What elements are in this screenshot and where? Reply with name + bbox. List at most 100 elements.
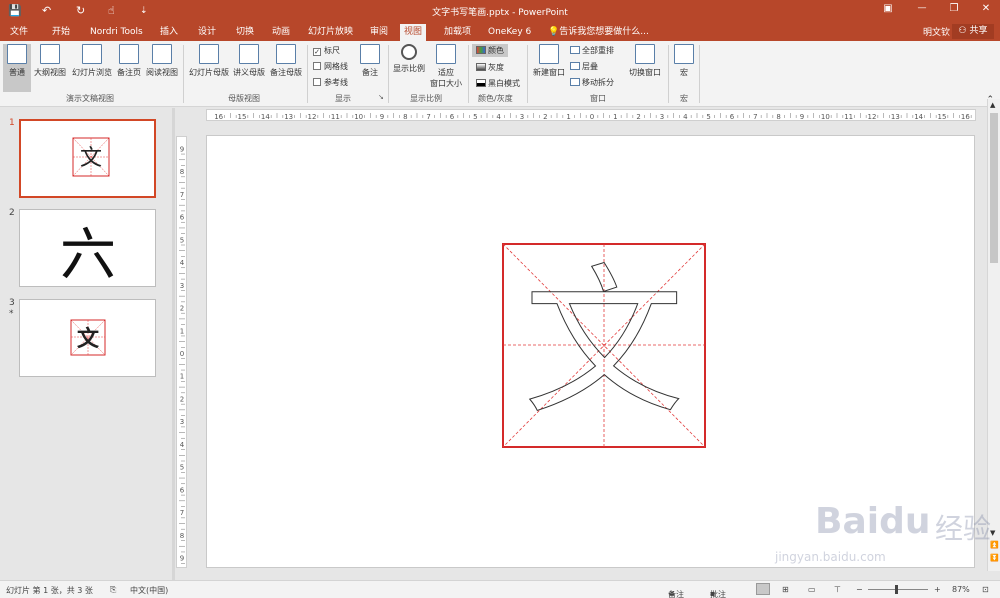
ruler-tick-label: 6 — [450, 113, 455, 121]
ruler-tick-label: 15 — [238, 113, 247, 121]
close-button[interactable]: ✕ — [976, 3, 996, 14]
thumb-number: 1 — [9, 118, 15, 128]
slide-master-icon — [199, 44, 219, 64]
maximize-button[interactable]: ❐ — [944, 3, 964, 14]
switch-windows-button[interactable]: 切换窗口 — [626, 44, 664, 78]
tab-addins[interactable]: 加载项 — [440, 24, 475, 41]
person-icon: ⚇ — [958, 26, 967, 36]
show-dialog-launcher-icon[interactable]: ↘ — [378, 93, 384, 101]
slide-master-label: 幻灯片母版 — [189, 68, 229, 77]
title-bar: 💾 ↶ ↻ ☝ ⇣ 文字书写笔画.pptx - PowerPoint ▣ — ❐… — [0, 0, 1000, 22]
slide-thumbnail-2[interactable]: 六 — [19, 209, 156, 288]
notes-button[interactable]: 备注 — [358, 44, 382, 78]
fit-slide-icon[interactable]: ⊡ — [982, 585, 989, 594]
group-label-macros: 宏 — [680, 94, 688, 103]
share-label: 共享 — [969, 26, 988, 36]
group-divider — [699, 45, 700, 103]
tab-review[interactable]: 审阅 — [366, 24, 392, 41]
tell-me-box[interactable]: 💡告诉我您想要做什么... — [544, 24, 653, 41]
ruler-checkbox[interactable]: ✓ 标尺 — [313, 45, 340, 56]
slide-count: 幻灯片 第 1 张，共 3 张 — [6, 586, 93, 595]
zoom-in-icon[interactable]: + — [934, 585, 941, 594]
move-split-button[interactable]: 移动拆分 — [570, 77, 614, 88]
tab-design[interactable]: 设计 — [194, 24, 220, 41]
tab-insert[interactable]: 插入 — [156, 24, 182, 41]
spellcheck-icon[interactable]: ⎘ — [110, 585, 116, 595]
handout-master-label: 讲义母版 — [233, 68, 265, 77]
normal-view-button[interactable]: 普通 — [3, 44, 31, 92]
ruler-tick-label: 1 — [180, 373, 184, 381]
fit-to-window-button[interactable]: 适应 窗口大小 — [428, 44, 464, 89]
vertical-ruler[interactable]: 9 8 7 6 5 4 3 2 1 0 1 2 3 4 5 6 7 8 9 — [176, 136, 187, 568]
tab-home[interactable]: 开始 — [48, 24, 74, 41]
handout-master-button[interactable]: 讲义母版 — [232, 44, 266, 78]
reading-view-status-icon[interactable]: ▭ — [808, 585, 816, 594]
cascade-button[interactable]: 层叠 — [570, 61, 598, 72]
zoom-out-icon[interactable]: − — [856, 585, 863, 594]
ruler-tick-label: 12 — [308, 113, 317, 121]
scroll-up-icon[interactable]: ▲ — [990, 101, 995, 109]
share-button[interactable]: ⚇ 共享 — [952, 24, 994, 39]
ruler-tick-label: 3 — [660, 113, 664, 121]
tab-onekey[interactable]: OneKey 6 — [484, 24, 535, 41]
zoom-slider-thumb[interactable] — [895, 585, 898, 594]
reading-view-button[interactable]: 阅读视图 — [144, 44, 180, 78]
tab-file[interactable]: 文件 — [6, 24, 32, 41]
arrange-all-button[interactable]: 全部重排 — [570, 45, 614, 56]
language-indicator[interactable]: 中文(中国) — [130, 585, 168, 596]
zoom-button[interactable]: 显示比例 — [392, 44, 426, 74]
notes-page-button[interactable]: 备注页 — [116, 44, 142, 78]
group-divider — [668, 45, 669, 103]
ruler-tick-label: 14 — [261, 113, 270, 121]
slide-sorter-status-icon[interactable]: ⊞ — [782, 585, 789, 594]
slide-thumbnail-3[interactable]: 文 — [19, 299, 156, 377]
new-window-button[interactable]: 新建窗口 — [531, 44, 567, 78]
guides-checkbox[interactable]: 参考线 — [313, 77, 348, 88]
outline-view-button[interactable]: 大纲视图 — [33, 44, 67, 78]
user-name[interactable]: 明文钦 — [923, 25, 950, 38]
color-button[interactable]: 颜色 — [472, 44, 508, 57]
fit-window-icon — [436, 44, 456, 64]
macros-button[interactable]: 宏 — [673, 44, 695, 78]
grayscale-button[interactable]: 灰度 — [476, 62, 504, 73]
scroll-thumb[interactable] — [990, 113, 998, 263]
ruler-tick-label: 2 — [180, 395, 184, 403]
tab-animations[interactable]: 动画 — [268, 24, 294, 41]
slide-sorter-button[interactable]: 幻灯片浏览 — [70, 44, 114, 78]
slide-thumbnail-1[interactable]: 文 — [19, 119, 156, 198]
ruler-tick-label: 8 — [776, 113, 780, 121]
black-white-button[interactable]: 黑白模式 — [476, 78, 520, 89]
ribbon-display-options-icon[interactable]: ▣ — [878, 3, 898, 14]
thumbnail-1-preview: 文 — [72, 137, 110, 177]
slideshow-status-icon[interactable]: ⊤ — [834, 585, 841, 594]
black-white-icon — [476, 79, 486, 87]
ruler-tick-label: 7 — [180, 191, 184, 199]
tab-nordri-tools[interactable]: Nordri Tools — [86, 24, 147, 41]
normal-view-status-icon[interactable] — [756, 583, 770, 595]
outlined-character[interactable]: 文 — [523, 249, 684, 437]
ruler-tick-label: 2 — [180, 305, 184, 313]
horizontal-ruler[interactable]: 16 15 14 13 12 11 10 9 8 7 6 5 4 3 2 1 0 1 2 3 4 5 6 7 8 9 10 11 12 1… — [206, 109, 976, 121]
ruler-tick-label: 8 — [180, 168, 184, 176]
cascade-label: 层叠 — [582, 62, 598, 71]
ribbon: 普通 大纲视图 幻灯片浏览 备注页 阅读视图 演示文稿视图 幻灯片母版 讲义母版 — [0, 41, 1000, 107]
group-label-presentation-views: 演示文稿视图 — [66, 94, 114, 103]
watermark-url: jingyan.baidu.com — [775, 550, 886, 564]
slide-master-button[interactable]: 幻灯片母版 — [188, 44, 230, 78]
status-bar: 幻灯片 第 1 张，共 3 张 ⎘ 中文(中国) ≡ 备注 ▪ 批注 ⊞ ▭ ⊤… — [0, 580, 1000, 598]
tab-view[interactable]: 视图 — [400, 24, 427, 41]
tab-transitions[interactable]: 切换 — [232, 24, 258, 41]
zoom-percent[interactable]: 87% — [952, 585, 970, 594]
gridlines-checkbox[interactable]: 网格线 — [313, 61, 348, 72]
notes-master-button[interactable]: 备注母版 — [268, 44, 304, 78]
ruler-tick-label: 15 — [938, 113, 947, 121]
comments-status-label: 批注 — [710, 590, 726, 598]
tab-slideshow[interactable]: 幻灯片放映 — [304, 24, 357, 41]
ruler-tick-label: 9 — [180, 145, 184, 153]
ruler-tick-label: 7 — [753, 113, 757, 121]
zoom-slider-track[interactable] — [868, 589, 928, 590]
minimize-button[interactable]: — — [912, 3, 932, 13]
ruler-tick-label: 1 — [613, 113, 617, 121]
pane-splitter[interactable] — [172, 108, 175, 580]
ruler-tick-label: 13 — [891, 113, 900, 121]
